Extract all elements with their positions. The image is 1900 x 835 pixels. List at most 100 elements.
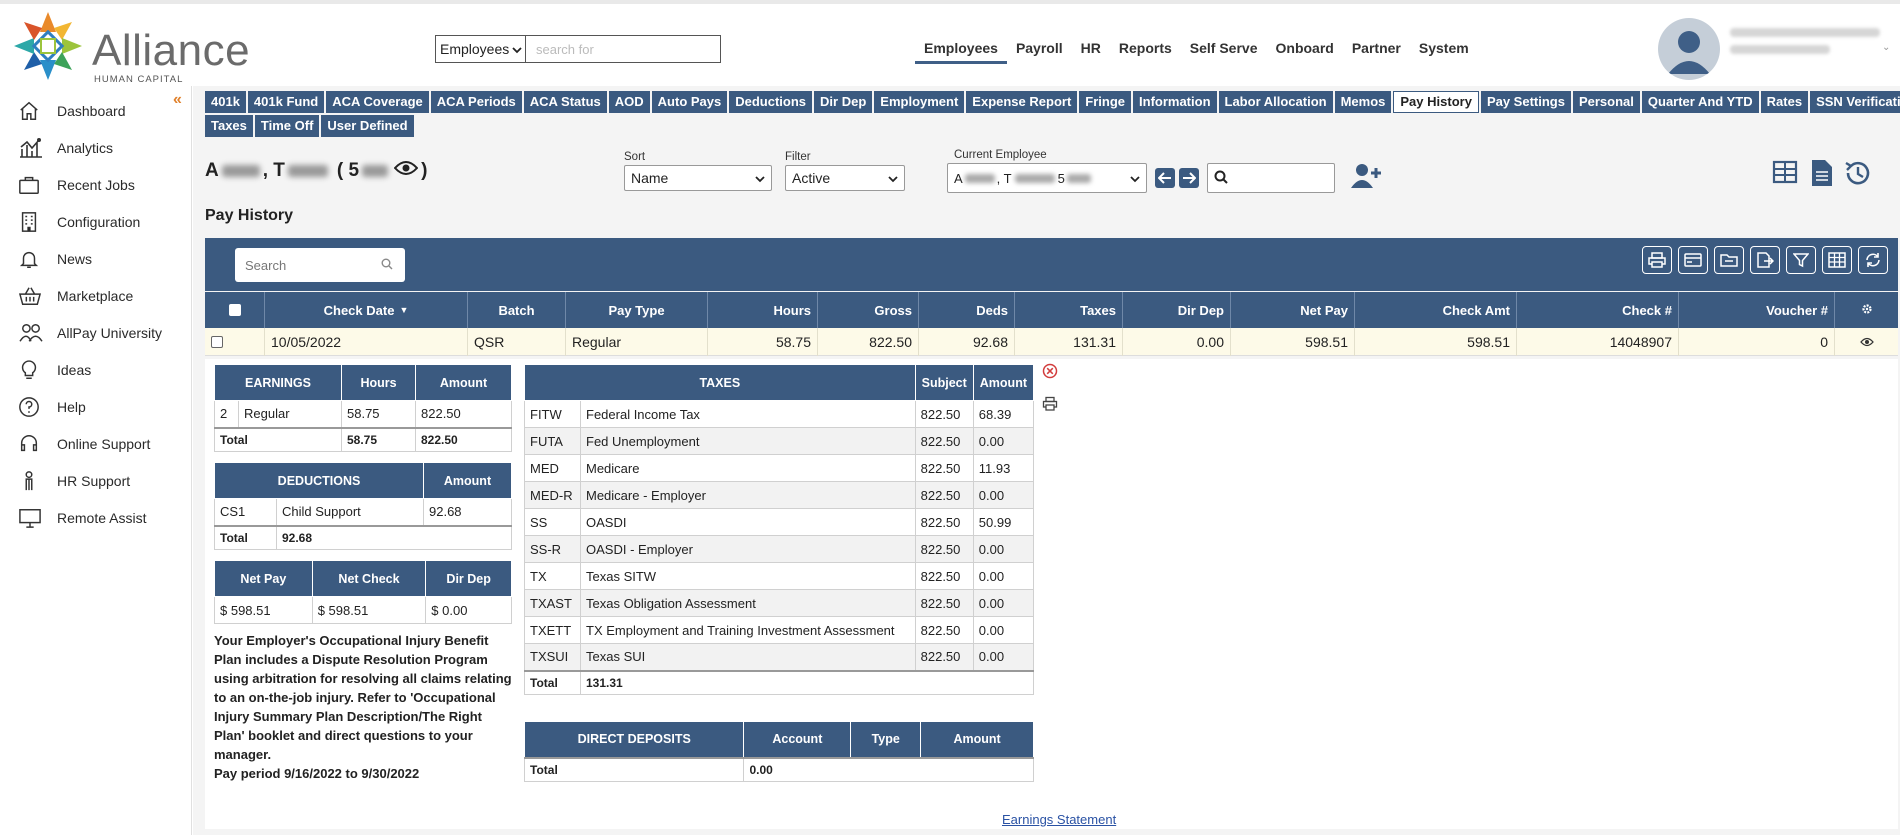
global-search-input[interactable] bbox=[526, 36, 720, 62]
tab-aod[interactable]: AOD bbox=[608, 91, 650, 113]
help-icon bbox=[18, 396, 48, 418]
refresh-button[interactable] bbox=[1858, 246, 1888, 274]
history-icon bbox=[1845, 161, 1870, 185]
export-file-button[interactable] bbox=[1750, 246, 1780, 274]
tab-expense-report[interactable]: Expense Report bbox=[966, 91, 1078, 113]
tab-quarter-and-ytd[interactable]: Quarter And YTD bbox=[1641, 91, 1759, 113]
nav-system[interactable]: System bbox=[1410, 37, 1478, 64]
sidebar-item-online-support[interactable]: Online Support bbox=[18, 430, 150, 458]
tab-personal[interactable]: Personal bbox=[1572, 91, 1640, 113]
columns-button[interactable] bbox=[1822, 246, 1852, 274]
column-header-check-number[interactable]: Check # bbox=[1517, 292, 1679, 328]
sidebar-item-news[interactable]: News bbox=[18, 245, 92, 273]
column-header-batch[interactable]: Batch bbox=[468, 292, 566, 328]
tab-401k-fund[interactable]: 401k Fund bbox=[247, 91, 325, 113]
sidebar-item-hr-support[interactable]: HR Support bbox=[18, 467, 130, 495]
tab-aca-status[interactable]: ACA Status bbox=[523, 91, 607, 113]
earnings-total-amount: 822.50 bbox=[415, 426, 512, 452]
card-button[interactable] bbox=[1678, 246, 1708, 274]
tab-memos[interactable]: Memos bbox=[1334, 91, 1392, 113]
tab-employment[interactable]: Employment bbox=[874, 91, 965, 113]
tab-information[interactable]: Information bbox=[1133, 91, 1217, 113]
previous-employee-button[interactable] bbox=[1155, 168, 1175, 188]
column-header-gross[interactable]: Gross bbox=[818, 292, 919, 328]
sidebar-item-allpay-university[interactable]: AllPay University bbox=[18, 319, 162, 347]
sidebar-item-dashboard[interactable]: Dashboard bbox=[18, 97, 126, 125]
close-detail-button[interactable] bbox=[1042, 363, 1064, 382]
sidebar-item-label: Help bbox=[57, 399, 86, 415]
taxes-amount-header: Amount bbox=[972, 364, 1035, 401]
select-all-checkbox[interactable] bbox=[228, 304, 241, 316]
employee-name-part: A bbox=[205, 160, 219, 181]
tab-labor-allocation[interactable]: Labor Allocation bbox=[1218, 91, 1333, 113]
nav-payroll[interactable]: Payroll bbox=[1007, 37, 1072, 64]
tab-dir-dep[interactable]: Dir Dep bbox=[814, 91, 873, 113]
tab-auto-pays[interactable]: Auto Pays bbox=[651, 91, 728, 113]
column-header-net-pay[interactable]: Net Pay bbox=[1231, 292, 1355, 328]
nav-hr[interactable]: HR bbox=[1072, 37, 1110, 64]
net-check-header: Net Check bbox=[311, 560, 427, 597]
tab-time-off[interactable]: Time Off bbox=[254, 115, 320, 137]
history-button[interactable] bbox=[1843, 158, 1873, 191]
grid-search-input[interactable] bbox=[243, 256, 381, 274]
tab-deductions[interactable]: Deductions bbox=[729, 91, 813, 113]
eye-icon[interactable] bbox=[393, 160, 419, 182]
column-header-pay-type[interactable]: Pay Type bbox=[566, 292, 708, 328]
document-button[interactable] bbox=[1810, 158, 1834, 191]
table-row[interactable]: 10/05/2022 QSR Regular 58.75 822.50 92.6… bbox=[205, 328, 1898, 356]
column-header-dir-dep[interactable]: Dir Dep bbox=[1123, 292, 1231, 328]
export-folder-button[interactable] bbox=[1714, 246, 1744, 274]
column-header-deds[interactable]: Deds bbox=[919, 292, 1015, 328]
sort-select[interactable]: Name bbox=[624, 165, 772, 191]
sidebar-item-remote-assist[interactable]: Remote Assist bbox=[18, 504, 146, 532]
nav-employees[interactable]: Employees bbox=[915, 37, 1007, 64]
print-button[interactable] bbox=[1642, 246, 1672, 274]
add-employee-button[interactable] bbox=[1350, 162, 1382, 193]
alliance-logo[interactable]: Alliance HUMAN CAPITAL MANAGEMENT bbox=[10, 10, 260, 96]
tab-fringe[interactable]: Fringe bbox=[1079, 91, 1132, 113]
tax-name: Texas Obligation Assessment bbox=[580, 589, 916, 617]
row-checkbox[interactable] bbox=[211, 336, 223, 348]
tab-401k[interactable]: 401k bbox=[205, 91, 246, 113]
tab-user-defined[interactable]: User Defined bbox=[321, 115, 414, 137]
user-avatar[interactable] bbox=[1658, 18, 1720, 80]
column-header-check-amt[interactable]: Check Amt bbox=[1355, 292, 1517, 328]
tab-ssn-verification[interactable]: SSN Verification bbox=[1810, 91, 1900, 113]
sidebar-item-analytics[interactable]: Analytics bbox=[18, 134, 113, 162]
tab-taxes[interactable]: Taxes bbox=[205, 115, 253, 137]
nav-partner[interactable]: Partner bbox=[1343, 37, 1410, 64]
eye-icon[interactable] bbox=[1859, 334, 1874, 350]
employee-search-input[interactable] bbox=[1228, 169, 1328, 187]
nav-onboard[interactable]: Onboard bbox=[1267, 37, 1343, 64]
sidebar-item-help[interactable]: Help bbox=[18, 393, 86, 421]
tab-pay-settings[interactable]: Pay Settings bbox=[1480, 91, 1571, 113]
tab-aca-coverage[interactable]: ACA Coverage bbox=[326, 91, 429, 113]
column-header-check-date[interactable]: Check Date ▼ bbox=[265, 292, 468, 328]
sidebar-item-configuration[interactable]: Configuration bbox=[18, 208, 140, 236]
search-scope-select[interactable]: Employees bbox=[436, 36, 526, 62]
print-detail-button[interactable] bbox=[1042, 396, 1064, 415]
gear-icon[interactable] bbox=[1861, 303, 1873, 318]
sidebar-item-marketplace[interactable]: Marketplace bbox=[18, 282, 133, 310]
current-employee-select[interactable]: A , T 5 bbox=[947, 163, 1147, 193]
nav-self-serve[interactable]: Self Serve bbox=[1181, 37, 1267, 64]
collapse-sidebar-icon[interactable]: « bbox=[173, 91, 182, 109]
tab-rates[interactable]: Rates bbox=[1760, 91, 1809, 113]
tab-aca-periods[interactable]: ACA Periods bbox=[430, 91, 522, 113]
filter-select[interactable]: Active bbox=[785, 165, 905, 191]
user-account-info[interactable] bbox=[1730, 28, 1890, 62]
tab-pay-history[interactable]: Pay History bbox=[1393, 91, 1479, 113]
account-chevron-icon[interactable]: ⌄ bbox=[1882, 42, 1890, 53]
sidebar-item-ideas[interactable]: Ideas bbox=[18, 356, 91, 384]
next-employee-button[interactable] bbox=[1179, 168, 1199, 188]
sidebar-item-recent-jobs[interactable]: Recent Jobs bbox=[18, 171, 135, 199]
bell-icon bbox=[18, 248, 48, 270]
filter-button[interactable] bbox=[1786, 246, 1816, 274]
column-header-taxes[interactable]: Taxes bbox=[1015, 292, 1123, 328]
earnings-statement-link[interactable]: Earnings Statement bbox=[1002, 812, 1116, 827]
grid-view-button[interactable] bbox=[1772, 160, 1798, 187]
employee-subtabs: 401k 401k Fund ACA Coverage ACA Periods … bbox=[205, 91, 1900, 139]
column-header-hours[interactable]: Hours bbox=[708, 292, 818, 328]
column-header-voucher-number[interactable]: Voucher # bbox=[1679, 292, 1835, 328]
nav-reports[interactable]: Reports bbox=[1110, 37, 1181, 64]
